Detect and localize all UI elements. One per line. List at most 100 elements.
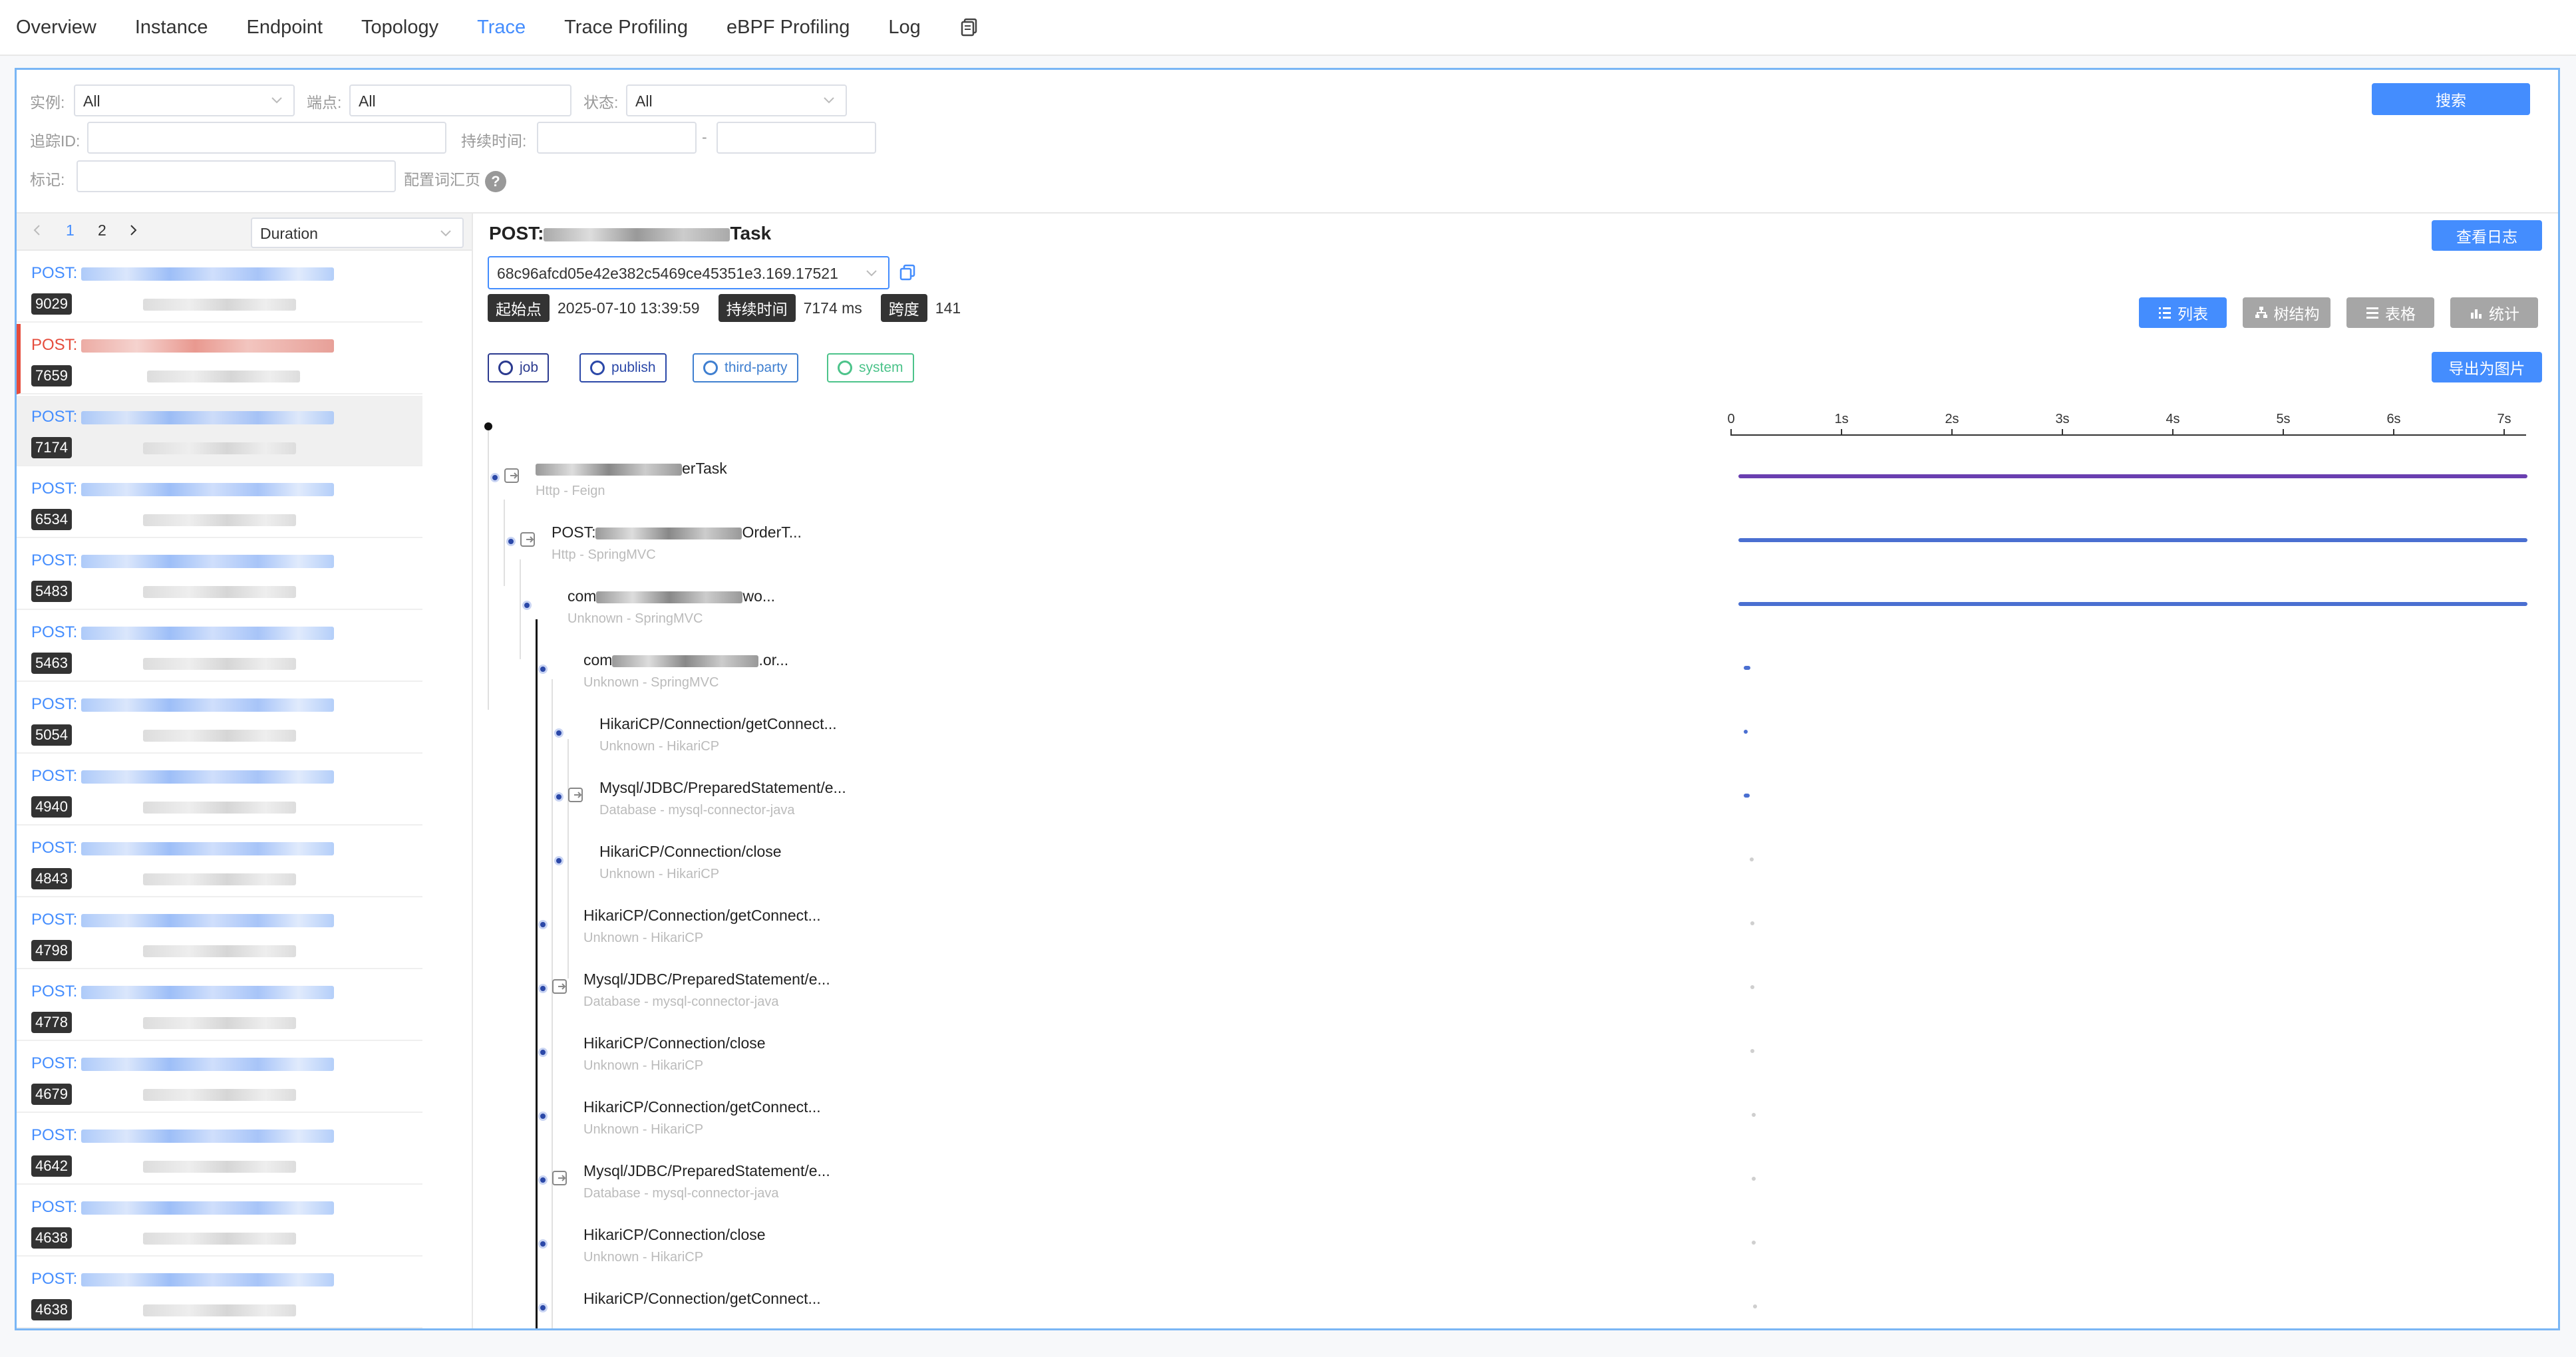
span-duration-bar[interactable]	[1751, 1113, 1756, 1117]
tab-instance[interactable]: Instance	[135, 17, 208, 39]
span-duration-bar[interactable]	[1750, 1049, 1755, 1053]
legend-job[interactable]: job	[488, 353, 550, 382]
span-row[interactable]: HikariCP/Connection/getConnect...	[474, 1283, 2558, 1328]
page-2[interactable]: 2	[98, 222, 106, 239]
page-1[interactable]: 1	[66, 222, 75, 239]
trace-id-value: 68c96afcd05e42e382c5469ce45351e3.169.175…	[497, 265, 838, 282]
endpoint-select[interactable]: All	[349, 84, 571, 116]
config-vocab-link[interactable]: 配置词汇页	[404, 167, 480, 190]
span-row[interactable]: POST: OrderT... Http - SpringMVC	[474, 517, 2558, 581]
span-duration-bar[interactable]	[1749, 857, 1754, 861]
tab-topology[interactable]: Topology	[361, 17, 438, 39]
span-duration-bar[interactable]	[1744, 666, 1751, 670]
traceid-input[interactable]	[87, 122, 446, 154]
span-duration-bar[interactable]	[1744, 794, 1750, 798]
sort-select[interactable]: Duration	[251, 218, 464, 248]
legend-system[interactable]: system	[827, 353, 914, 382]
trace-list-item[interactable]: POST: 4638	[17, 1258, 422, 1328]
view-table-button[interactable]: 表格	[2346, 297, 2434, 328]
trace-list-item[interactable]: POST: 5463	[17, 611, 422, 682]
trace-list-item[interactable]: POST: 4642	[17, 1114, 422, 1185]
copy-trace-id-icon[interactable]	[899, 264, 916, 281]
view-tree-button[interactable]: 树结构	[2243, 297, 2331, 328]
trace-list-item[interactable]: POST: 5483	[17, 539, 422, 610]
span-node[interactable]	[538, 665, 548, 674]
span-duration-bar[interactable]	[1744, 730, 1748, 734]
span-duration-bar[interactable]	[1751, 1241, 1756, 1245]
trace-list-item[interactable]: POST: 4798	[17, 899, 422, 969]
exit-span-icon	[552, 979, 567, 994]
tab-trace-profiling[interactable]: Trace Profiling	[564, 17, 688, 39]
span-row[interactable]: HikariCP/Connection/close Unknown - Hikar…	[474, 836, 2558, 900]
duration-min-input[interactable]	[537, 122, 697, 154]
redacted-text	[81, 841, 335, 855]
duration-max-input[interactable]	[717, 122, 876, 154]
span-node[interactable]	[538, 1048, 548, 1057]
instance-select[interactable]: All	[74, 84, 295, 116]
span-node[interactable]	[538, 1112, 548, 1121]
redacted-text	[544, 227, 730, 241]
search-button[interactable]: 搜索	[2372, 83, 2530, 115]
span-node[interactable]	[538, 1175, 548, 1185]
view-list-button[interactable]: 列表	[2139, 297, 2227, 328]
trace-list-item[interactable]: POST: 4638	[17, 1186, 422, 1257]
view-log-button[interactable]: 查看日志	[2432, 220, 2542, 251]
span-row[interactable]: erTask Http - Feign	[474, 453, 2558, 517]
trace-id-select[interactable]: 68c96afcd05e42e382c5469ce45351e3.169.175…	[488, 256, 889, 289]
trace-list-item[interactable]: POST: 4679	[17, 1042, 422, 1113]
legend-third-party[interactable]: third-party	[693, 353, 798, 382]
span-node[interactable]	[554, 792, 564, 802]
tab-trace[interactable]: Trace	[477, 17, 526, 39]
tags-input[interactable]	[77, 160, 396, 192]
span-component: Unknown - HikariCP	[583, 931, 704, 945]
span-duration-bar[interactable]	[1751, 1177, 1756, 1181]
span-node[interactable]	[554, 728, 564, 738]
trace-endpoint: POST:	[31, 767, 335, 786]
chevron-left-icon[interactable]	[30, 223, 45, 237]
copy-icon[interactable]	[959, 17, 979, 37]
view-stats-button[interactable]: 统计	[2450, 297, 2538, 328]
legend-publish[interactable]: publish	[579, 353, 667, 382]
tab-log[interactable]: Log	[888, 17, 920, 39]
span-node[interactable]	[538, 1239, 548, 1249]
span-row[interactable]: Mysql/JDBC/PreparedStatement/e... Databas…	[474, 1155, 2558, 1219]
span-node[interactable]	[538, 920, 548, 929]
tab-endpoint[interactable]: Endpoint	[247, 17, 323, 39]
span-row[interactable]: com .or... Unknown - SpringMVC	[474, 645, 2558, 708]
status-select[interactable]: All	[626, 84, 847, 116]
trace-list-item[interactable]: POST: 4940	[17, 755, 422, 826]
span-node[interactable]	[522, 601, 532, 610]
trace-list-item[interactable]: POST: 4843	[17, 827, 422, 897]
trace-list-item[interactable]: POST: 5054	[17, 683, 422, 754]
span-duration-bar[interactable]	[1738, 474, 2527, 478]
span-row[interactable]: HikariCP/Connection/getConnect... Unknown…	[474, 708, 2558, 772]
trace-list-item[interactable]: POST: 9029	[17, 252, 422, 323]
span-node[interactable]	[538, 984, 548, 993]
tab-ebpf-profiling[interactable]: eBPF Profiling	[726, 17, 850, 39]
span-node[interactable]	[538, 1303, 548, 1312]
help-icon[interactable]: ?	[485, 171, 506, 192]
span-duration-bar[interactable]	[1750, 985, 1755, 989]
trace-list-item[interactable]: POST: 6534	[17, 468, 422, 538]
axis-tick	[1951, 429, 1953, 436]
span-duration-bar[interactable]	[1750, 921, 1755, 925]
span-row[interactable]: com wo... Unknown - SpringMVC	[474, 581, 2558, 645]
span-row[interactable]: Mysql/JDBC/PreparedStatement/e... Databas…	[474, 964, 2558, 1028]
tab-overview[interactable]: Overview	[16, 17, 96, 39]
span-row[interactable]: HikariCP/Connection/getConnect... Unknown…	[474, 1092, 2558, 1155]
span-row[interactable]: HikariCP/Connection/close Unknown - Hikar…	[474, 1219, 2558, 1283]
span-row[interactable]: Mysql/JDBC/PreparedStatement/e... Databas…	[474, 772, 2558, 836]
span-node[interactable]	[554, 856, 564, 865]
chevron-right-icon[interactable]	[126, 223, 140, 237]
span-node[interactable]	[490, 473, 500, 482]
span-duration-bar[interactable]	[1752, 1304, 1757, 1308]
trace-list-item[interactable]: POST: 7174	[17, 396, 422, 466]
span-duration-bar[interactable]	[1738, 602, 2527, 606]
span-row[interactable]: HikariCP/Connection/getConnect... Unknown…	[474, 900, 2558, 964]
span-duration-bar[interactable]	[1738, 538, 2527, 542]
span-row[interactable]: HikariCP/Connection/close Unknown - Hikar…	[474, 1028, 2558, 1092]
trace-list-item[interactable]: POST: 7659	[17, 324, 422, 394]
trace-list-item[interactable]: POST: 4778	[17, 971, 422, 1041]
export-image-button[interactable]: 导出为图片	[2432, 352, 2542, 382]
span-node[interactable]	[506, 537, 516, 546]
